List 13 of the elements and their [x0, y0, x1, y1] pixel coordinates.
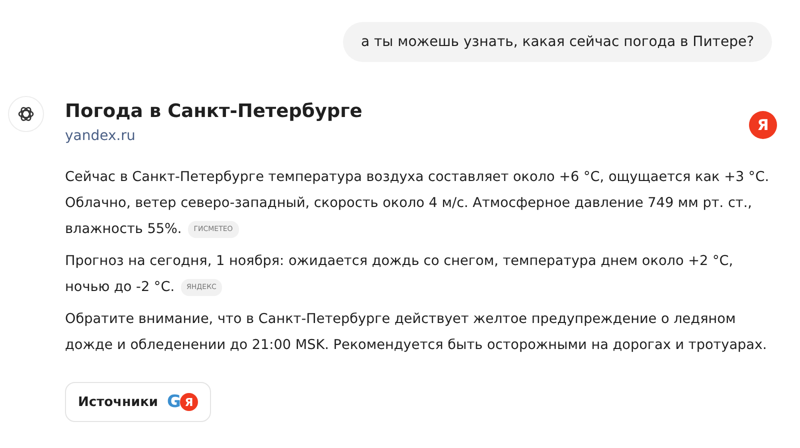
result-title: Погода в Санкт-Петербурге: [65, 100, 362, 124]
answer-text-line: Облачно, ветер северо-западный, скорость около 4 м/с. Атмосферное давление 749 мм рт. ст.,: [65, 194, 752, 213]
answer-text-line: дожде и обледенении до 21:00 MSK. Рекомендуется быть осторожными на дорогах и тротуарах.: [65, 336, 767, 355]
source-logo: Я: [749, 111, 777, 139]
source-link[interactable]: yandex.ru: [65, 126, 136, 146]
answer-text-line: Сейчас в Санкт-Петербурге температура воздуха составляет около +6 °C, ощущается как +3 °C.: [65, 168, 770, 187]
user-message: а ты можешь узнать, какая сейчас погода в Питере?: [342, 22, 772, 62]
answer-text-line: Обратите внимание, что в Санкт-Петербурге действует желтое предупреждение о ледяном: [65, 310, 736, 329]
answer-text-line: Прогноз на сегодня, 1 ноября: ожидается дождь со снегом, температура днем около +2 °C,: [65, 252, 734, 271]
sources-button[interactable]: Источники G Я: [65, 382, 211, 422]
assistant-avatar-icon: [8, 96, 44, 132]
answer-text-line: ночью до -2 °C.: [65, 278, 175, 297]
answer-text-line: влажность 55%.: [65, 220, 182, 239]
